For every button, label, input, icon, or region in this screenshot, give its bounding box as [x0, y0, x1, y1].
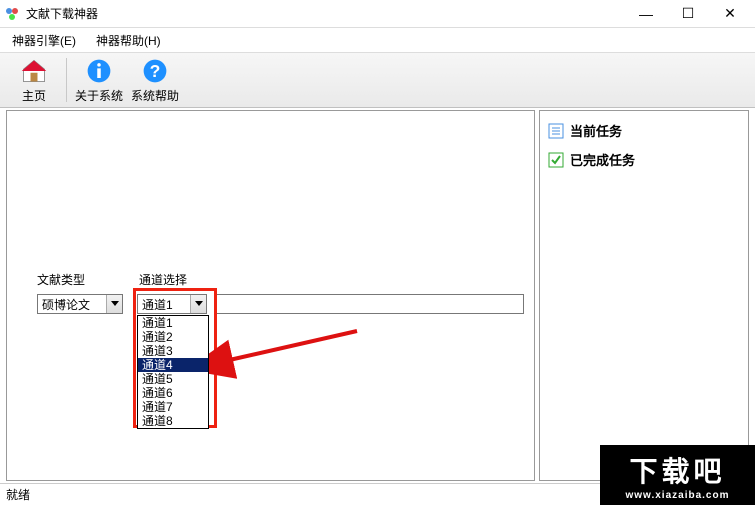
content-area: 文献类型 通道选择 硕博论文 通道1 通道1通道2通道3通道4通道5通道6通道7…: [0, 108, 755, 483]
status-text: 就绪: [6, 486, 30, 503]
right-panel: 当前任务 已完成任务: [539, 110, 749, 481]
title-bar: 文献下载神器 — ☐ ✕: [0, 0, 755, 28]
watermark-url: www.xiazaiba.com: [626, 490, 730, 501]
doctype-label: 文献类型: [37, 271, 133, 288]
search-input[interactable]: [215, 294, 524, 314]
channel-option[interactable]: 通道2: [138, 330, 208, 344]
close-button[interactable]: ✕: [709, 1, 751, 27]
channel-option[interactable]: 通道5: [138, 372, 208, 386]
menu-bar: 神器引擎(E) 神器帮助(H): [0, 28, 755, 52]
channel-value: 通道1: [138, 296, 190, 313]
doctype-select[interactable]: 硕博论文: [37, 294, 123, 314]
minimize-button[interactable]: —: [625, 1, 667, 27]
channel-select[interactable]: 通道1 通道1通道2通道3通道4通道5通道6通道7通道8: [137, 294, 207, 314]
channel-dropdown[interactable]: 通道1通道2通道3通道4通道5通道6通道7通道8: [137, 315, 209, 429]
syshelp-label: 系统帮助: [131, 87, 179, 104]
channel-option[interactable]: 通道7: [138, 400, 208, 414]
completed-tasks-item[interactable]: 已完成任务: [548, 148, 740, 171]
watermark: 下载吧 www.xiazaiba.com: [600, 445, 755, 505]
home-button[interactable]: 主页: [6, 54, 62, 106]
maximize-button[interactable]: ☐: [667, 1, 709, 27]
channel-option[interactable]: 通道6: [138, 386, 208, 400]
toolbar: 主页 关于系统 ? 系统帮助: [0, 52, 755, 108]
help-icon: ?: [141, 57, 169, 85]
chevron-down-icon: [106, 295, 122, 313]
channel-option[interactable]: 通道3: [138, 344, 208, 358]
about-button[interactable]: 关于系统: [71, 54, 127, 106]
channel-option[interactable]: 通道8: [138, 414, 208, 428]
current-tasks-label: 当前任务: [570, 121, 622, 140]
window-title: 文献下载神器: [26, 5, 625, 22]
menu-engine[interactable]: 神器引擎(E): [8, 30, 80, 51]
current-tasks-item[interactable]: 当前任务: [548, 119, 740, 142]
toolbar-separator: [66, 58, 67, 102]
doctype-value: 硕博论文: [38, 296, 106, 313]
check-icon: [548, 152, 564, 168]
home-label: 主页: [22, 87, 46, 104]
channel-option[interactable]: 通道4: [138, 358, 208, 372]
left-panel: 文献类型 通道选择 硕博论文 通道1 通道1通道2通道3通道4通道5通道6通道7…: [6, 110, 535, 481]
menu-help[interactable]: 神器帮助(H): [92, 30, 165, 51]
arrow-annotation: [207, 321, 367, 401]
channel-option[interactable]: 通道1: [138, 316, 208, 330]
svg-text:?: ?: [150, 61, 161, 81]
completed-tasks-label: 已完成任务: [570, 150, 635, 169]
form-area: 文献类型 通道选择 硕博论文 通道1 通道1通道2通道3通道4通道5通道6通道7…: [37, 271, 524, 314]
about-label: 关于系统: [75, 87, 123, 104]
app-icon: [4, 6, 20, 22]
home-icon: [20, 57, 48, 85]
list-icon: [548, 123, 564, 139]
info-icon: [85, 57, 113, 85]
watermark-text: 下载吧: [629, 450, 725, 490]
syshelp-button[interactable]: ? 系统帮助: [127, 54, 183, 106]
chevron-down-icon: [190, 295, 206, 313]
channel-label: 通道选择: [139, 271, 187, 288]
